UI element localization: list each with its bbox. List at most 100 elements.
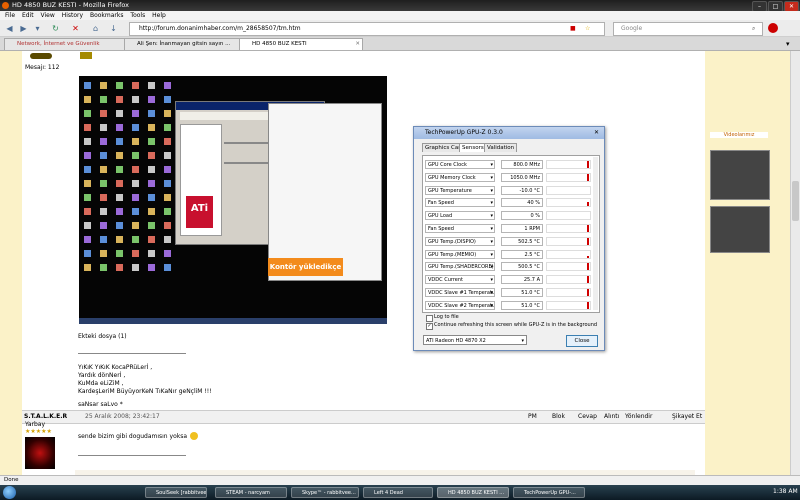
- tab-ali-sen[interactable]: Ali Şen: İnanmayan gitsin sayın ...✕: [124, 38, 248, 50]
- menu-bookmarks[interactable]: Bookmarks: [90, 11, 124, 20]
- gpuz-tab-sensors[interactable]: Sensors: [459, 143, 487, 152]
- menu-view[interactable]: View: [41, 11, 55, 20]
- start-button[interactable]: [3, 486, 16, 499]
- pm-link[interactable]: PM: [528, 413, 537, 420]
- sensor-label[interactable]: VDDC Slave #1 Temperature ▾: [425, 288, 495, 297]
- menu-tools[interactable]: Tools: [130, 11, 145, 20]
- forward-icon[interactable]: ▶: [18, 23, 29, 34]
- taskbar-item-soulseek[interactable]: SoulSeek [rabbitvee...: [145, 487, 207, 498]
- ati-radeon-logo: ATi: [186, 196, 213, 228]
- window-title: HD 4850 BUZ KESTI - Mozilla Firefox: [12, 1, 130, 9]
- sensor-label[interactable]: GPU Temp.(MEMIO) ▾: [425, 249, 495, 259]
- sidebar-videos-label: Videolarımız: [710, 132, 768, 138]
- sensor-label[interactable]: Fan Speed ▾: [425, 198, 495, 208]
- sensor-label[interactable]: VDDC Current ▾: [425, 275, 495, 285]
- page-left-margin: [0, 51, 22, 475]
- gpuz-close-button[interactable]: Close: [566, 335, 598, 347]
- bookmark-star-icon[interactable]: ☆: [585, 23, 590, 35]
- chevron-down-icon: ▾: [490, 162, 493, 168]
- dropdown-icon[interactable]: ▾: [32, 23, 43, 34]
- desktop-file-icon: [164, 250, 171, 257]
- stop-icon[interactable]: ✕: [70, 23, 81, 34]
- sensor-label[interactable]: GPU Load ▾: [425, 211, 495, 221]
- sensor-label[interactable]: GPU Core Clock ▾: [425, 160, 495, 169]
- search-icon[interactable]: ⌕: [752, 23, 755, 35]
- desktop-file-icon: [148, 110, 155, 117]
- sensor-row: Fan Speed ▾ 40 %: [425, 197, 591, 208]
- tab-close-icon[interactable]: ✕: [355, 39, 360, 50]
- quote-link[interactable]: Alıntı: [604, 413, 619, 420]
- sidebar-ad-image[interactable]: [710, 206, 770, 253]
- sensor-label[interactable]: GPU Temperature ▾: [425, 185, 495, 195]
- chevron-down-icon: ▾: [490, 200, 493, 207]
- post-username[interactable]: S.T.A.L.K.E.R: [24, 413, 67, 420]
- gpuz-tab-validation[interactable]: Validation: [484, 143, 518, 152]
- tab-list-icon[interactable]: ▾: [786, 40, 790, 48]
- sensor-label[interactable]: GPU Memory Clock ▾: [425, 172, 495, 182]
- sensor-label[interactable]: GPU Temp.(DISPIO) ▾: [425, 236, 495, 246]
- taskbar-item-steam[interactable]: STEAM - narcyam: [215, 487, 287, 498]
- download-icon[interactable]: ↓: [108, 23, 119, 34]
- desktop-file-icon: [84, 124, 91, 131]
- tab-hd4850[interactable]: HD 4850 BUZ KESTI ✕: [239, 38, 363, 50]
- gpuz-card-select[interactable]: ATI Radeon HD 4870 X2 ▾: [423, 335, 527, 345]
- taskbar-item-left4dead[interactable]: Left 4 Dead: [363, 487, 433, 498]
- sensor-label[interactable]: VDDC Slave #2 Temperature ▾: [425, 300, 495, 310]
- desktop-file-icon: [116, 166, 123, 173]
- sensor-row: GPU Temperature ▾ -10.0 °C: [425, 185, 591, 196]
- post-user-stars: ★★★★★: [25, 428, 52, 435]
- desktop-file-icon: [116, 264, 123, 271]
- sensor-graph-bar: [587, 255, 589, 258]
- sidebar-ad-image[interactable]: [710, 150, 770, 200]
- gpuz-close-icon[interactable]: ✕: [594, 127, 599, 139]
- menu-help[interactable]: Help: [152, 11, 166, 20]
- sensor-label[interactable]: GPU Temp.(SHADERCORE) ▾: [425, 262, 495, 272]
- desktop-file-icon: [164, 236, 171, 243]
- gpuz-card-name: ATI Radeon HD 4870 X2: [426, 338, 486, 344]
- desktop-file-icon: [164, 96, 171, 103]
- menu-file[interactable]: File: [5, 11, 15, 20]
- menu-edit[interactable]: Edit: [22, 11, 34, 20]
- chevron-down-icon: ▾: [490, 251, 493, 258]
- block-link[interactable]: Blok: [552, 413, 565, 420]
- desktop-file-icon: [100, 110, 107, 117]
- chevron-down-icon: ▾: [490, 226, 493, 232]
- sensor-value: 0 %: [501, 211, 543, 221]
- desktop-file-icon: [84, 236, 91, 243]
- adblock-icon[interactable]: [768, 23, 778, 33]
- sensor-row: VDDC Current ▾ 25.7 A: [425, 274, 591, 285]
- back-icon[interactable]: ◀: [4, 23, 15, 34]
- continue-refresh-checkbox[interactable]: ✓: [426, 323, 433, 330]
- page-scrollbar[interactable]: [790, 51, 800, 475]
- taskbar-item-gpuz[interactable]: TechPowerUp GPU-...: [513, 487, 585, 498]
- report-link[interactable]: Şikayet Et: [672, 413, 702, 420]
- reload-icon[interactable]: ↻: [50, 23, 61, 34]
- taskbar-item-firefox[interactable]: HD 4850 BUZ KESTI ...: [437, 487, 509, 498]
- attachment-line[interactable]: Ekteki dosya (1): [78, 333, 127, 340]
- taskbar-item-skype[interactable]: Skype™ - rabbitvee...: [291, 487, 359, 498]
- sensor-graph-bar: [587, 225, 589, 232]
- url-bar[interactable]: http://forum.donanimhaber.com/m_28658507…: [129, 22, 605, 36]
- chevron-down-icon: ▾: [521, 338, 524, 344]
- gpuz-sensor-scrollbar[interactable]: [593, 157, 598, 310]
- desktop-file-icon: [100, 264, 107, 271]
- reply-link[interactable]: Cevap: [578, 413, 597, 420]
- search-box[interactable]: Google ⌕: [613, 22, 763, 36]
- log-to-file-checkbox[interactable]: [426, 315, 433, 322]
- taskbar-clock: 1:38 AM: [773, 488, 798, 495]
- desktop-file-icon: [116, 82, 123, 89]
- home-icon[interactable]: ⌂: [90, 23, 101, 34]
- forward-link[interactable]: Yönlendir: [625, 413, 652, 420]
- desktop-file-icon: [116, 194, 123, 201]
- chevron-down-icon: ▾: [490, 302, 493, 309]
- sensor-value: 800.0 MHz: [501, 160, 543, 169]
- sensor-graph: [546, 224, 591, 233]
- desktop-file-icon: [148, 82, 155, 89]
- desktop-file-icon: [164, 82, 171, 89]
- tab-network[interactable]: Network, İnternet ve Güvenlik✕: [4, 38, 133, 50]
- sensor-label[interactable]: Fan Speed ▾: [425, 224, 495, 233]
- desktop-file-icon: [100, 250, 107, 257]
- desktop-file-icon: [100, 180, 107, 187]
- scroll-thumb[interactable]: [792, 181, 799, 221]
- menu-history[interactable]: History: [62, 11, 83, 20]
